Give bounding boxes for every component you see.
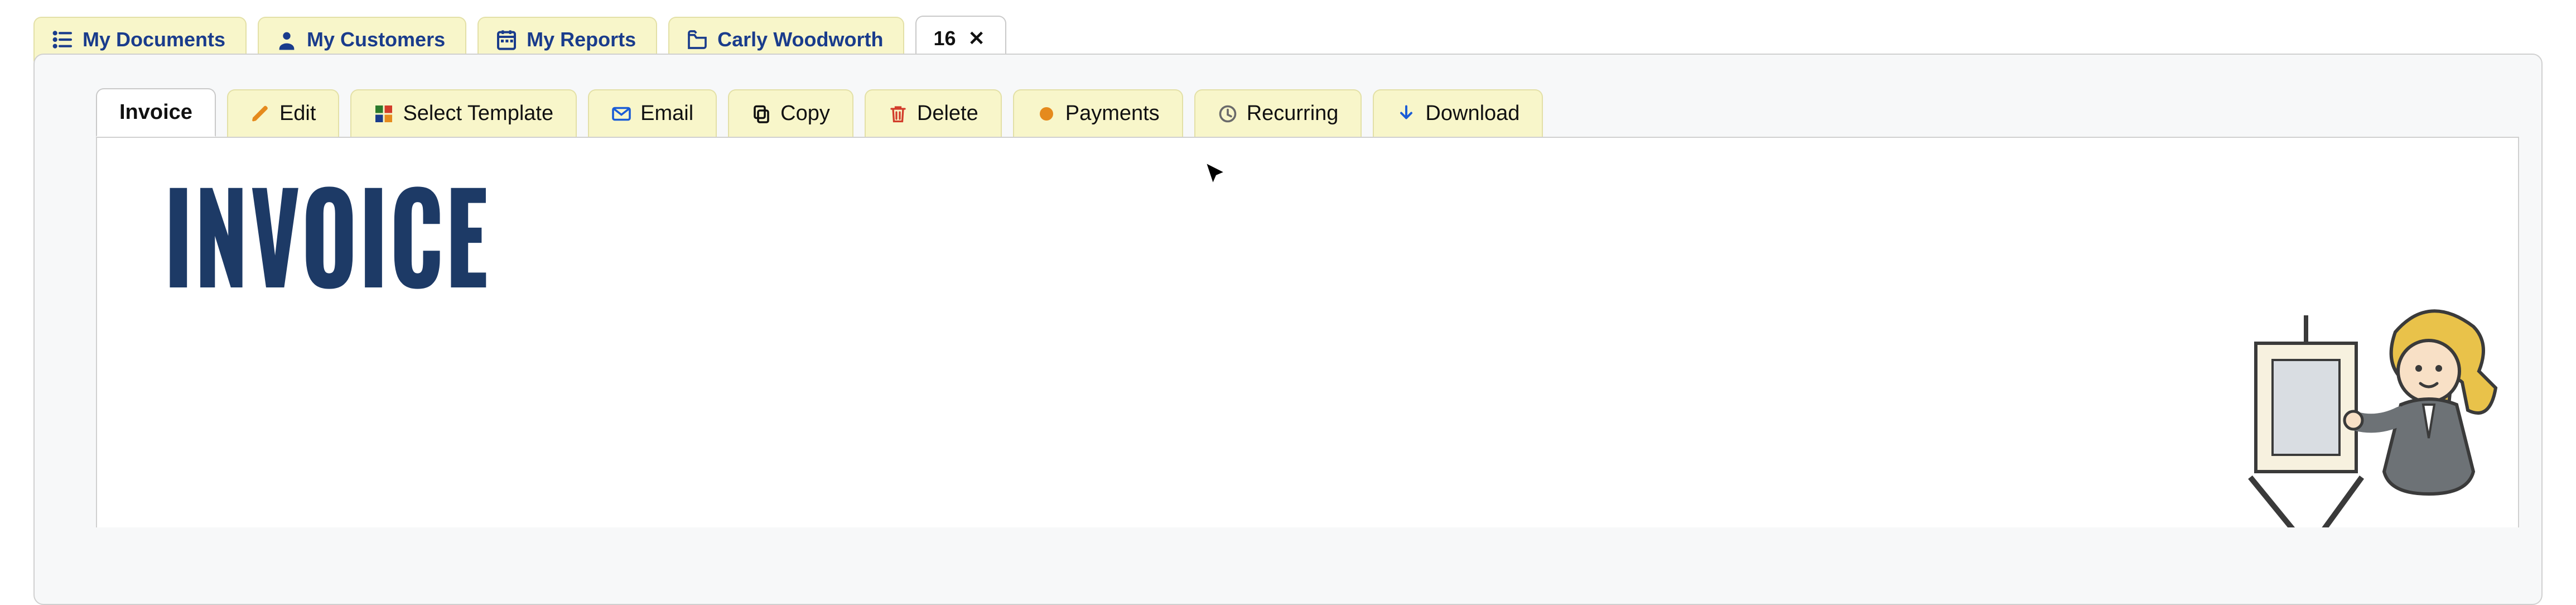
payments-button[interactable]: Payments	[1013, 89, 1183, 137]
calendar-icon	[495, 28, 518, 51]
tab-label: Delete	[917, 102, 978, 126]
tab-label: Invoice	[119, 100, 192, 124]
tab-label: Download	[1425, 102, 1519, 126]
tab-label: Edit	[279, 102, 316, 126]
recurring-button[interactable]: Recurring	[1194, 89, 1362, 137]
company-logo	[2234, 293, 2512, 527]
tab-label: Select Template	[403, 102, 553, 126]
close-icon[interactable]: ✕	[968, 27, 985, 50]
trash-icon	[888, 104, 908, 124]
tab-label: 16	[933, 27, 956, 50]
download-button[interactable]: Download	[1373, 89, 1543, 137]
edit-button[interactable]: Edit	[227, 89, 339, 137]
action-tabs: Invoice Edit Select Template Email	[35, 88, 2541, 137]
pencil-icon	[250, 104, 271, 124]
cursor-icon	[1204, 162, 1228, 186]
tab-label: Carly Woodworth	[717, 28, 883, 51]
grid-icon	[374, 104, 394, 124]
copy-button[interactable]: Copy	[728, 89, 853, 137]
copy-icon	[751, 104, 771, 124]
tab-label: My Reports	[527, 28, 636, 51]
delete-button[interactable]: Delete	[865, 89, 1002, 137]
tab-label: My Documents	[83, 28, 225, 51]
list-icon	[51, 28, 74, 51]
user-icon	[276, 28, 298, 51]
tab-label: Recurring	[1247, 102, 1339, 126]
main-panel: Invoice Edit Select Template Email	[33, 54, 2543, 605]
tab-label: My Customers	[307, 28, 445, 51]
document-title: INVOICE	[164, 177, 1948, 287]
tab-label: Payments	[1065, 102, 1160, 126]
dot-orange-icon	[1036, 104, 1057, 124]
clock-icon	[1218, 104, 1238, 124]
document-viewport: INVOICE	[96, 137, 2519, 527]
envelope-icon	[611, 104, 631, 124]
email-button[interactable]: Email	[588, 89, 717, 137]
tab-label: Copy	[780, 102, 830, 126]
tab-label: Email	[640, 102, 693, 126]
top-tabs: My Documents My Customers My Reports Car…	[0, 0, 2576, 61]
download-icon	[1396, 104, 1416, 124]
select-template-button[interactable]: Select Template	[350, 89, 577, 137]
folder-open-icon	[686, 28, 708, 51]
tab-invoice[interactable]: Invoice	[96, 88, 216, 137]
